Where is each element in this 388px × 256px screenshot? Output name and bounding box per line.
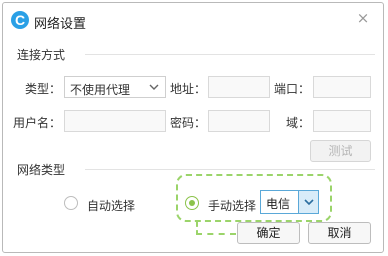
chevron-down-icon	[149, 84, 159, 90]
app-logo-icon: C	[11, 11, 29, 29]
section-divider	[85, 54, 375, 55]
password-field[interactable]	[208, 110, 270, 132]
domain-label: 域：	[285, 116, 310, 130]
carrier-value: 电信	[266, 197, 291, 211]
carrier-select[interactable]: 电信	[260, 190, 319, 214]
close-icon[interactable]: ×	[355, 10, 371, 26]
cancel-button[interactable]: 取消	[308, 222, 371, 244]
address-field[interactable]	[208, 76, 270, 98]
port-field[interactable]	[313, 76, 371, 98]
auto-select-radio[interactable]	[64, 196, 78, 210]
manual-select-label: 手动选择	[208, 199, 257, 213]
window-title: 网络设置	[34, 17, 87, 32]
password-label: 密码：	[169, 116, 206, 130]
proxy-type-value: 不使用代理	[70, 83, 131, 97]
username-label: 用户名：	[12, 116, 61, 130]
connection-section-title: 连接方式	[17, 48, 66, 62]
ok-button[interactable]: 确定	[237, 222, 300, 244]
title-bar: C 网络设置 ×	[3, 3, 383, 37]
test-button[interactable]: 测试	[310, 140, 371, 162]
address-label: 地址：	[169, 82, 206, 96]
username-field[interactable]	[64, 110, 166, 132]
network-type-section-title: 网络类型	[17, 163, 66, 177]
network-settings-dialog: C 网络设置 × 连接方式 类型： 不使用代理 地址： 端口： 用户名： 密码：…	[2, 2, 384, 253]
auto-select-label: 自动选择	[87, 199, 136, 213]
type-label: 类型：	[24, 82, 61, 96]
port-label: 端口：	[273, 82, 310, 96]
manual-select-radio[interactable]	[185, 196, 199, 210]
proxy-type-select[interactable]: 不使用代理	[64, 76, 166, 98]
chevron-down-icon	[304, 199, 314, 206]
section-divider	[85, 169, 375, 170]
domain-field[interactable]	[313, 110, 371, 132]
carrier-dropdown-button[interactable]	[298, 191, 318, 213]
highlight-connector	[196, 233, 236, 235]
